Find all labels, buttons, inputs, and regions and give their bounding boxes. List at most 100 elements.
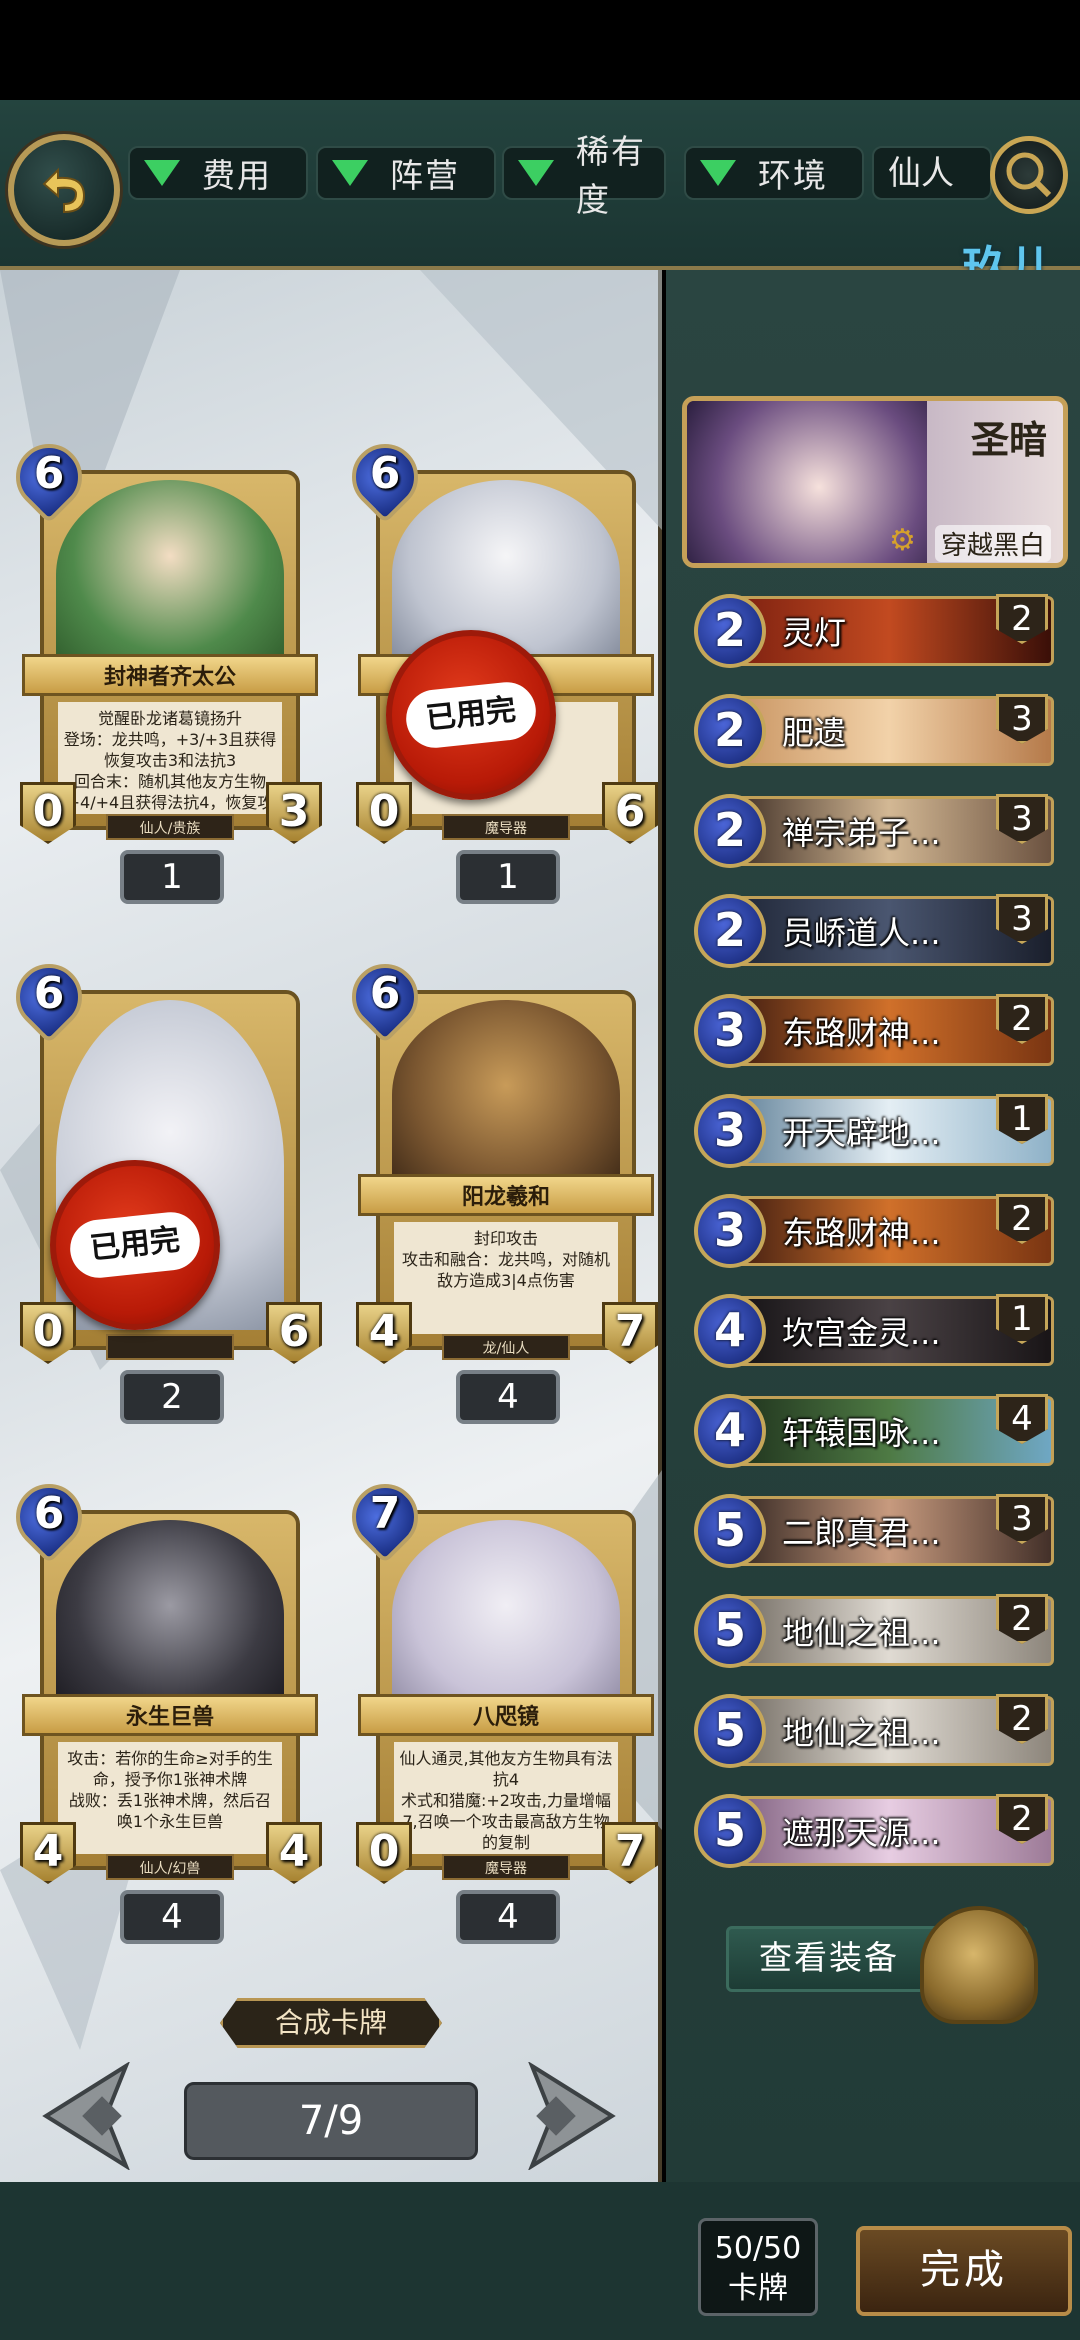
card-attack: 0	[356, 1822, 412, 1884]
card-item[interactable]: 6 0 6 2 已用完	[2, 950, 322, 1424]
dropdown-triangle-icon	[700, 160, 736, 186]
card-cost: 6	[369, 968, 401, 1019]
deck-card-row[interactable]: 3 开天辟地... 1	[690, 1088, 1064, 1174]
prev-page-button[interactable]	[36, 2062, 132, 2170]
deck-card-row[interactable]: 2 肥遗 3	[690, 688, 1064, 774]
card-health-value: 4	[278, 1826, 310, 1877]
deck-card-name: 地仙之祖...	[782, 1614, 941, 1652]
card-cost: 6	[33, 448, 65, 499]
deck-card-cost: 2	[694, 694, 766, 768]
card-type: 魔导器	[442, 814, 570, 840]
card-attack: 4	[20, 1822, 76, 1884]
card-attack-value: 0	[368, 1826, 400, 1877]
filter-rarity-label: 稀有度	[576, 132, 646, 219]
card-item[interactable]: 阳龙羲和 封印攻击 攻击和融合：龙共鸣，对随机敌方造成3|4点伤害 龙/仙人 6 …	[338, 950, 658, 1424]
card-description: 觉醒卧龙诸葛镜扬升 登场：龙共鸣，+3/+3且获得恢复攻击3和法抗3 回合末：随机其…	[58, 702, 282, 814]
deck-card-name: 二郎真君...	[782, 1514, 941, 1552]
card-item[interactable]: 永生巨兽 攻击：若你的生命≥对手的生命，授予你1张神术牌 战败：丢1张神术牌，然后…	[2, 1470, 322, 1944]
card-item[interactable]: 魔导器 6 0 6 1 已用完	[338, 430, 658, 904]
deck-card-list[interactable]: 2 灵灯 2 2 肥遗 3 2 禅宗弟子... 3 2 员峤道人... 3 3 …	[690, 588, 1064, 1870]
used-up-label: 已用完	[67, 1209, 203, 1281]
deck-card-row[interactable]: 4 轩辕国咏... 4	[690, 1388, 1064, 1474]
deck-card-cost: 5	[694, 1694, 766, 1768]
deck-leader-card[interactable]: 圣暗 ⚙ 穿越黑白	[682, 396, 1068, 568]
card-health-value: 6	[614, 786, 646, 837]
deck-card-name: 坎宫金灵...	[782, 1314, 941, 1352]
deck-card-name: 开天辟地...	[782, 1114, 941, 1152]
card-attack: 0	[20, 1302, 76, 1364]
card-description: 仙人通灵,其他友方生物具有法抗4 术式和猎魔:+2攻击,力量增幅7,召唤一个攻击最…	[394, 1742, 618, 1854]
card-description: 封印攻击 攻击和融合：龙共鸣，对随机敌方造成3|4点伤害	[394, 1222, 618, 1334]
card-attack-value: 0	[32, 786, 64, 837]
deck-card-row[interactable]: 3 东路财神... 2	[690, 1188, 1064, 1274]
search-button[interactable]	[990, 136, 1068, 214]
card-type: 龙/仙人	[442, 1334, 570, 1360]
deck-card-row[interactable]: 5 遮那天源... 2	[690, 1788, 1064, 1870]
card-health: 4	[266, 1822, 322, 1884]
filter-faction-dropdown[interactable]: 阵营	[316, 146, 496, 200]
leader-subtitle: 穿越黑白	[934, 525, 1051, 562]
card-attack-value: 0	[368, 786, 400, 837]
card-cost: 6	[33, 968, 65, 1019]
next-page-button[interactable]	[526, 2062, 622, 2170]
card-attack: 0	[356, 782, 412, 844]
deck-card-name: 灵灯	[782, 614, 847, 652]
card-cost: 7	[369, 1488, 401, 1539]
deck-card-cost: 5	[694, 1494, 766, 1568]
card-attack: 0	[20, 782, 76, 844]
deck-card-cost: 4	[694, 1294, 766, 1368]
card-health-value: 3	[278, 786, 310, 837]
deck-card-name: 禅宗弟子...	[782, 814, 941, 852]
back-arrow-icon	[42, 167, 86, 214]
used-up-label: 已用完	[403, 679, 539, 751]
card-health: 7	[602, 1822, 658, 1884]
card-cost-gem: 6	[2, 430, 96, 524]
filter-cost-dropdown[interactable]: 费用	[128, 146, 308, 200]
leader-name: 圣暗	[970, 417, 1047, 462]
deck-card-cost: 2	[694, 594, 766, 668]
card-item[interactable]: 八咫镜 仙人通灵,其他友方生物具有法抗4 术式和猎魔:+2攻击,力量增幅7,召唤一…	[338, 1470, 658, 1944]
deck-card-row[interactable]: 2 禅宗弟子... 3	[690, 788, 1064, 874]
card-attack: 4	[356, 1302, 412, 1364]
filter-rarity-dropdown[interactable]: 稀有度	[502, 132, 666, 219]
card-owned-count: 4	[120, 1890, 224, 1944]
deck-card-name: 东路财神...	[782, 1214, 941, 1252]
deck-card-row[interactable]: 2 灵灯 2	[690, 588, 1064, 674]
deck-card-row[interactable]: 5 二郎真君... 3	[690, 1488, 1064, 1574]
card-health: 6	[602, 782, 658, 844]
page-indicator: 7/9	[184, 2082, 478, 2160]
card-owned-count: 1	[456, 850, 560, 904]
card-item[interactable]: 封神者齐太公 觉醒卧龙诸葛镜扬升 登场：龙共鸣，+3/+3且获得恢复攻击3和法抗3…	[2, 430, 322, 904]
deck-card-count-label: 卡牌	[728, 2271, 788, 2306]
card-description: 攻击：若你的生命≥对手的生命，授予你1张神术牌 战败：丢1张神术牌，然后召唤1个永…	[58, 1742, 282, 1854]
card-type: 仙人/幻兽	[106, 1854, 234, 1880]
card-name: 阳龙羲和	[358, 1174, 654, 1216]
dropdown-triangle-icon	[518, 160, 554, 186]
deck-card-name: 员峤道人...	[782, 914, 941, 952]
deck-card-row[interactable]: 2 员峤道人... 3	[690, 888, 1064, 974]
filter-environment-label: 环境	[758, 156, 828, 195]
deck-card-cost: 5	[694, 1794, 766, 1868]
deck-card-name: 轩辕国咏...	[782, 1414, 941, 1452]
deck-card-row[interactable]: 3 东路财神... 2	[690, 988, 1064, 1074]
deck-card-row[interactable]: 5 地仙之祖... 2	[690, 1688, 1064, 1774]
card-art	[392, 1520, 620, 1710]
card-health-value: 7	[614, 1826, 646, 1877]
deck-card-row[interactable]: 5 地仙之祖... 2	[690, 1588, 1064, 1674]
deck-card-count: 50/50	[714, 2231, 802, 2266]
filter-faction-label: 阵营	[390, 156, 460, 195]
filter-environment-dropdown[interactable]: 环境	[684, 146, 864, 200]
done-button[interactable]: 完成	[856, 2226, 1072, 2316]
card-owned-count: 1	[120, 850, 224, 904]
helmet-icon	[920, 1906, 1038, 2024]
card-art	[392, 1000, 620, 1190]
deck-card-cost: 2	[694, 894, 766, 968]
back-button[interactable]	[8, 134, 120, 246]
card-attack-value: 0	[32, 1306, 64, 1357]
deck-card-row[interactable]: 4 坎宫金灵... 1	[690, 1288, 1064, 1374]
synthesize-card-button[interactable]: 合成卡牌	[220, 1998, 442, 2048]
card-cost-gem: 7	[338, 1470, 432, 1564]
search-input[interactable]: 仙人	[872, 146, 992, 200]
card-cost-gem: 6	[338, 950, 432, 1044]
card-cost: 6	[369, 448, 401, 499]
